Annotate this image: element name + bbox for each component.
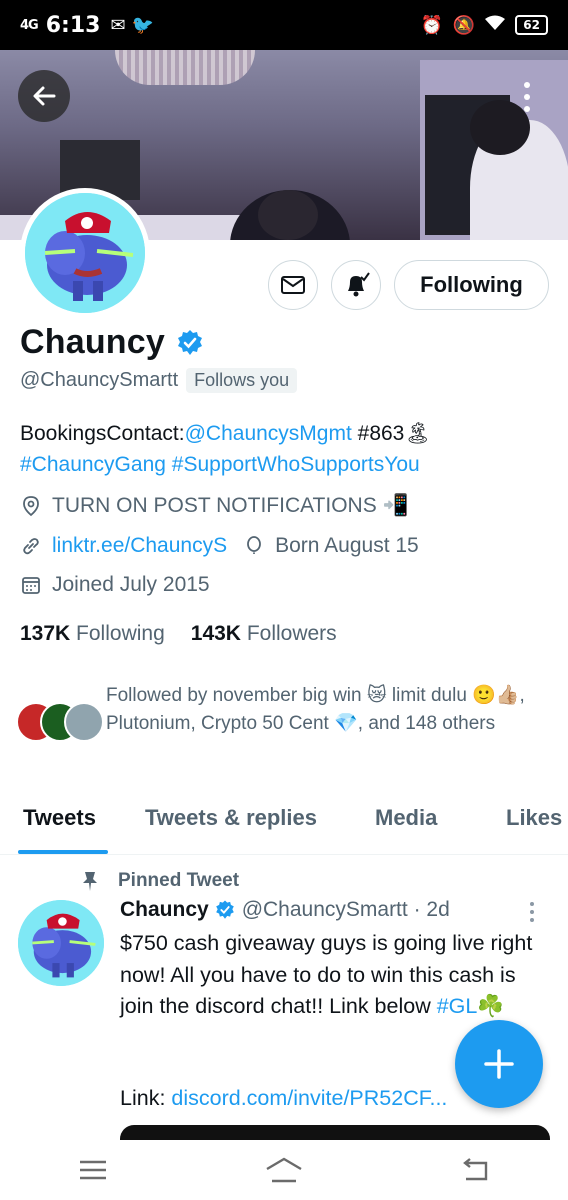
profile-birthday: Born August 15	[275, 534, 419, 557]
gmail-icon: ✉	[110, 14, 126, 36]
pinned-label-text: Pinned Tweet	[118, 870, 240, 891]
balloon-icon	[247, 536, 262, 554]
bio-mention-link[interactable]: @ChauncysMgmt	[185, 422, 352, 445]
profile-handle: @ChauncySmartt	[20, 369, 179, 391]
notifications-button[interactable]	[331, 260, 381, 310]
tab-media[interactable]: Media	[375, 805, 437, 831]
location-row: TURN ON POST NOTIFICATIONS 📲	[20, 494, 409, 518]
compose-tweet-button[interactable]	[455, 1020, 543, 1108]
follow-counts: 137K Following 143K Followers	[20, 622, 337, 646]
followers-count: 143K	[190, 622, 241, 645]
wifi-icon	[485, 15, 506, 36]
recent-apps-icon[interactable]	[78, 1159, 108, 1181]
elephant-mario-avatar	[18, 900, 104, 986]
profile-joined: Joined July 2015	[52, 573, 210, 596]
profile-avatar[interactable]	[20, 188, 150, 318]
status-right-icons: ⏰ 🔕 62	[420, 15, 548, 36]
tweet-more-button[interactable]	[530, 902, 534, 922]
following-count: 137K	[20, 622, 71, 645]
followers-label: Followers	[246, 622, 337, 645]
pin-icon	[83, 872, 97, 891]
bio-tag: #863🏝	[351, 422, 432, 445]
twitter-bird-icon: 🐦	[131, 14, 154, 36]
calendar-icon	[22, 577, 40, 594]
followed-by-text: Followed by november big win 😿 limit dul…	[106, 685, 525, 734]
tab-tweets-replies[interactable]: Tweets & replies	[145, 805, 317, 831]
verified-badge-icon	[178, 329, 202, 355]
profile-tabs: Tweets Tweets & replies Media Likes	[0, 795, 568, 855]
elephant-mario-avatar	[25, 193, 145, 313]
tab-likes[interactable]: Likes	[506, 805, 562, 831]
profile-name-row: Chauncy	[20, 323, 205, 362]
bell-check-icon	[348, 272, 370, 297]
tab-tweets[interactable]: Tweets	[23, 805, 96, 831]
tweet-link-label: Link:	[120, 1086, 172, 1110]
website-birthday-row: linktr.ee/ChauncyS Born August 15	[20, 534, 419, 558]
status-time: 6:13	[45, 12, 101, 38]
tweet-hashtag-link[interactable]: #GL☘️	[437, 994, 504, 1018]
tweet-body: $750 cash giveaway guys is going live ri…	[120, 928, 550, 1023]
notifications-off-icon: 🔕	[452, 14, 476, 36]
follows-you-badge: Follows you	[186, 368, 298, 393]
following-button[interactable]: Following	[394, 260, 549, 310]
following-count-link[interactable]: 137K Following	[20, 622, 165, 646]
back-nav-icon[interactable]	[460, 1157, 490, 1183]
following-label: Following	[76, 622, 165, 645]
message-button[interactable]	[268, 260, 318, 310]
tweet-header: Chauncy @ChauncySmartt · 2d	[120, 898, 450, 922]
pinned-tweet-label: Pinned Tweet	[80, 870, 239, 892]
profile-website-link[interactable]: linktr.ee/ChauncyS	[52, 534, 227, 558]
battery-indicator: 62	[515, 15, 548, 35]
system-nav-bar	[0, 1140, 568, 1200]
profile-bio: BookingsContact:@ChauncysMgmt #863🏝 #Cha…	[20, 418, 550, 480]
followed-by-avatars	[16, 702, 106, 746]
bio-text: BookingsContact:	[20, 422, 185, 445]
bio-hashtag-supportwhosupportsyou[interactable]: #SupportWhoSupportsYou	[172, 453, 420, 476]
alarm-icon: ⏰	[420, 14, 443, 36]
handle-row: @ChauncySmartt Follows you	[20, 368, 298, 393]
home-icon[interactable]	[264, 1155, 304, 1185]
more-options-button[interactable]	[510, 72, 544, 122]
follower-avatar	[64, 702, 104, 742]
tweet-author-name[interactable]: Chauncy	[120, 898, 209, 922]
verified-badge-icon	[215, 900, 234, 919]
signal-indicator: 4G	[20, 17, 39, 33]
status-bar: 4G 6:13 ✉ 🐦 ⏰ 🔕 62	[0, 0, 568, 50]
link-icon	[23, 538, 39, 555]
plus-icon	[484, 1049, 514, 1079]
bio-hashtag-chauncygang[interactable]: #ChauncyGang	[20, 453, 166, 476]
location-pin-icon	[23, 496, 39, 517]
followers-count-link[interactable]: 143K Followers	[191, 622, 337, 646]
arrow-left-icon	[33, 86, 56, 106]
tweet-discord-link[interactable]: discord.com/invite/PR52CF...	[171, 1086, 447, 1110]
joined-row: Joined July 2015	[20, 573, 210, 597]
profile-name: Chauncy	[20, 323, 165, 361]
tweet-link-row: Link: discord.com/invite/PR52CF...	[120, 1086, 447, 1111]
tweet-handle-time: @ChauncySmartt · 2d	[241, 898, 450, 921]
profile-location: TURN ON POST NOTIFICATIONS 📲	[52, 494, 409, 517]
back-button[interactable]	[18, 70, 70, 122]
active-tab-indicator	[18, 850, 108, 854]
envelope-icon	[281, 276, 305, 294]
tweet-author-avatar[interactable]	[18, 900, 104, 986]
